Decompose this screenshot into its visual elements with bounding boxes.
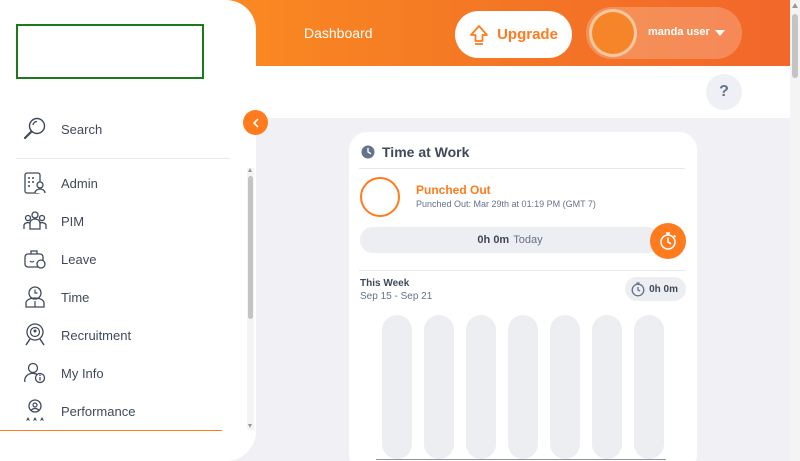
day-bar xyxy=(550,315,580,459)
week-range: Sep 15 - Sep 21 xyxy=(360,291,433,302)
stopwatch-icon xyxy=(660,232,677,250)
day-bar xyxy=(508,315,538,459)
logo-placeholder[interactable] xyxy=(16,24,204,79)
day-bar xyxy=(634,315,664,459)
pim-icon xyxy=(22,208,48,234)
avatar[interactable] xyxy=(589,9,637,57)
today-label: Today xyxy=(513,234,543,246)
user-name: manda user xyxy=(648,26,710,38)
search-label: Search xyxy=(61,121,103,137)
sidebar-item-label: Time xyxy=(61,289,90,305)
my-info-icon xyxy=(22,360,48,386)
leave-icon xyxy=(22,246,48,272)
week-total-badge: 0h 0m xyxy=(625,277,686,301)
punch-status: Punched Out xyxy=(416,183,491,197)
admin-icon xyxy=(22,170,48,196)
recruitment-icon xyxy=(22,322,48,348)
user-menu[interactable]: manda user xyxy=(586,7,742,59)
sidebar-item-label: PIM xyxy=(61,213,85,229)
menu-underline xyxy=(0,430,222,431)
day-bar xyxy=(466,315,496,459)
help-button[interactable]: ? xyxy=(706,74,742,110)
caret-down-icon[interactable] xyxy=(715,30,725,36)
week-total: 0h 0m xyxy=(649,283,678,295)
sidebar-collapse-button[interactable] xyxy=(243,110,268,135)
performance-icon xyxy=(22,398,48,424)
scroll-down-icon[interactable] xyxy=(248,424,252,428)
punch-avatar xyxy=(360,177,400,217)
punch-timer-button[interactable] xyxy=(650,223,686,259)
sidebar-item-label: Admin xyxy=(61,175,98,191)
week-label: This Week xyxy=(360,278,410,289)
sidebar-item-leave[interactable]: Leave xyxy=(22,244,232,274)
scroll-thumb[interactable] xyxy=(248,176,253,319)
page-scrollbar[interactable] xyxy=(790,0,800,461)
card-title-text: Time at Work xyxy=(382,144,470,160)
sidebar-item-label: Performance xyxy=(61,403,136,419)
sidebar-item-time[interactable]: Time xyxy=(22,282,232,312)
chevron-left-icon xyxy=(252,118,258,127)
punch-detail: Punched Out: Mar 29th at 01:19 PM (GMT 7… xyxy=(416,199,596,209)
divider xyxy=(16,158,230,159)
sidebar-search[interactable]: Search xyxy=(22,114,232,144)
divider xyxy=(359,270,685,271)
time-at-work-card: Time at Work Punched Out Punched Out: Ma… xyxy=(349,132,697,461)
sidebar-item-recruitment[interactable]: Recruitment xyxy=(22,320,232,350)
upgrade-button[interactable]: Upgrade xyxy=(455,11,572,58)
day-bar xyxy=(424,315,454,459)
chart-axis xyxy=(376,459,666,460)
page-title: Dashboard xyxy=(304,25,373,41)
card-title: Time at Work xyxy=(361,144,469,160)
sidebar-item-label: Recruitment xyxy=(61,327,132,343)
sidebar-item-label: Leave xyxy=(61,251,97,267)
today-hours-bar: 0h 0m Today xyxy=(360,227,660,253)
sidebar-item-admin[interactable]: Admin xyxy=(22,168,232,198)
week-bar-chart xyxy=(382,315,672,459)
sidebar: Search Admin PIM Leave Time Recruitment … xyxy=(0,0,256,461)
sidebar-item-pim[interactable]: PIM xyxy=(22,206,232,236)
today-hours: 0h 0m xyxy=(477,234,510,246)
sidebar-item-my-info[interactable]: My Info xyxy=(22,358,232,388)
upgrade-label: Upgrade xyxy=(497,26,558,43)
scroll-up-icon[interactable] xyxy=(792,3,798,8)
scroll-up-icon[interactable] xyxy=(248,168,252,172)
upgrade-arrow-icon xyxy=(470,24,488,45)
scroll-thumb[interactable] xyxy=(792,14,798,78)
search-icon xyxy=(22,116,48,142)
sidebar-scrollbar[interactable] xyxy=(247,168,254,430)
sidebar-item-label: My Info xyxy=(61,365,104,381)
divider xyxy=(359,168,685,169)
clock-icon xyxy=(361,145,375,159)
time-icon xyxy=(22,284,48,310)
day-bar xyxy=(592,315,622,459)
timer-icon xyxy=(631,282,645,297)
day-bar xyxy=(382,315,412,459)
sidebar-item-performance[interactable]: Performance xyxy=(22,396,232,426)
